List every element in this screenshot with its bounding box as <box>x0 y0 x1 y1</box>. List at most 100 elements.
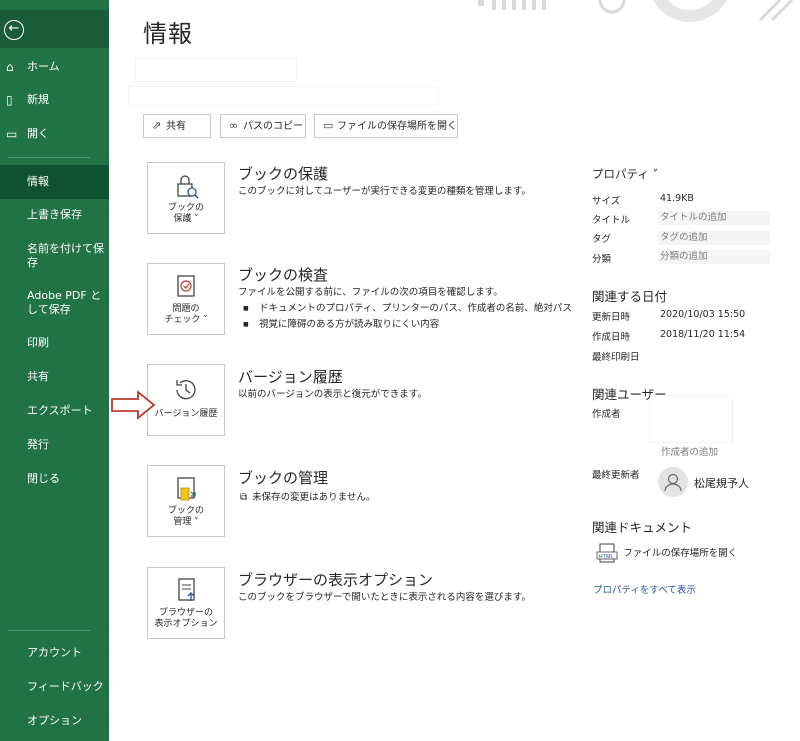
doc-status-icon: ⧉ <box>240 492 248 503</box>
redacted-author <box>650 395 733 443</box>
sidebar-item-home[interactable]: ⌂ ホーム <box>0 60 109 76</box>
section-title: ブックの保護 <box>238 165 329 183</box>
page-title: 情報 <box>143 20 193 48</box>
version-history-button[interactable]: バージョン履歴 <box>147 364 225 436</box>
sidebar-divider <box>8 630 90 631</box>
sidebar-item-label: 開く <box>27 127 49 140</box>
check-issues-button[interactable]: 問題の チェック ˅ <box>147 263 225 335</box>
history-clock-icon <box>176 380 196 400</box>
add-author-link[interactable]: 作成者の追加 <box>661 444 718 458</box>
section-title: ブラウザーの表示オプション <box>238 571 434 589</box>
sidebar-item-open[interactable]: ▭ 開く <box>0 127 109 143</box>
sidebar-item-label: オプション <box>27 714 82 727</box>
card-label: ブックの <box>167 203 204 213</box>
tag-field[interactable]: タグの追加 <box>658 231 770 245</box>
sidebar-item-options[interactable]: オプション <box>0 714 109 730</box>
sidebar-item-label: 上書き保存 <box>27 208 82 221</box>
lock-search-icon <box>177 175 199 199</box>
folder-open-icon: ▭ <box>6 127 18 141</box>
open-location-button[interactable]: ▭ ファイルの保存場所を開く <box>314 114 458 138</box>
card-label: ブックの <box>167 506 204 516</box>
copy-path-button[interactable]: ∞ パスのコピー <box>220 114 306 138</box>
bullet-item: 視覚に障碍のある方が読み取りにくい内容 <box>243 317 439 333</box>
section-description: このブックをブラウザーで開いたときに表示される内容を選びます。 <box>238 592 531 603</box>
sidebar-item-label: 情報 <box>27 175 49 188</box>
sidebar-item-label: ホーム <box>27 60 60 73</box>
sidebar-item-feedback[interactable]: フィードバック <box>0 680 109 696</box>
user-label: 最終更新者 <box>592 470 640 481</box>
sidebar-item-label: 新規 <box>27 93 49 106</box>
html-file-icon: HTML <box>596 543 618 563</box>
sidebar-item-label: Adobe PDF として保存 <box>27 289 102 316</box>
svg-text:HTML: HTML <box>599 554 614 560</box>
share-icon: ⇗ <box>152 119 162 132</box>
folder-open-icon: ▭ <box>323 119 334 132</box>
sidebar-item-account[interactable]: アカウント <box>0 646 109 662</box>
date-label: 最終印刷日 <box>592 352 640 363</box>
sidebar-item-label: 共有 <box>27 370 49 383</box>
sidebar-item-info[interactable]: 情報 <box>0 165 109 199</box>
header-decoration <box>470 0 800 24</box>
arrow-left-circle-icon: ← <box>4 20 24 40</box>
sidebar-item-save[interactable]: 上書き保存 <box>0 208 109 224</box>
section-description: このブックに対してユーザーが実行できる変更の種類を管理します。 <box>238 186 531 197</box>
date-label: 作成日時 <box>592 332 631 343</box>
sidebar-item-share[interactable]: 共有 <box>0 370 109 386</box>
sidebar-item-new[interactable]: ▯ 新規 <box>0 93 109 109</box>
sidebar-item-label: 印刷 <box>27 336 49 349</box>
redacted-filename <box>135 58 297 82</box>
card-label: 管理 ˅ <box>173 517 199 527</box>
person-icon <box>664 473 682 492</box>
properties-header[interactable]: プロパティ ˅ <box>592 166 658 182</box>
section-title: ブックの検査 <box>238 266 329 284</box>
sidebar-item-publish[interactable]: 発行 <box>0 438 109 454</box>
browser-doc-icon <box>178 578 195 601</box>
sidebar-item-label: 名前を付けて保存 <box>27 242 104 269</box>
sidebar-divider <box>8 157 90 158</box>
manage-workbook-button[interactable]: ブックの 管理 ˅ <box>147 465 225 537</box>
last-modified-name: 松尾規予人 <box>694 477 749 490</box>
card-label: バージョン履歴 <box>154 409 218 419</box>
category-field[interactable]: 分類の追加 <box>658 250 770 264</box>
new-doc-icon: ▯ <box>6 93 13 107</box>
sidebar-item-label: フィードバック <box>27 680 104 693</box>
avatar <box>658 467 688 497</box>
sidebar-item-export[interactable]: エクスポート <box>0 404 109 420</box>
sidebar-item-label: アカウント <box>27 646 82 659</box>
back-button[interactable]: ← <box>0 10 109 48</box>
card-label: 表示オプション <box>154 619 218 629</box>
section-title: ブックの管理 <box>238 469 329 487</box>
show-all-properties-link[interactable]: プロパティをすべて表示 <box>593 582 696 596</box>
sidebar-item-print[interactable]: 印刷 <box>0 336 109 352</box>
card-label: 問題の <box>172 304 200 314</box>
browser-view-options-button[interactable]: ブラウザーの 表示オプション <box>147 567 225 639</box>
home-icon: ⌂ <box>6 60 14 74</box>
sidebar-item-save-as-pdf[interactable]: Adobe PDF として保存 <box>0 289 109 319</box>
link-icon: ∞ <box>229 119 239 132</box>
section-description: ファイルを公開する前に、ファイルの次の項目を確認します。 <box>238 287 503 298</box>
manage-doc-icon <box>177 477 196 501</box>
sidebar-item-label: エクスポート <box>27 404 93 417</box>
card-label: 保護 ˅ <box>173 214 199 224</box>
property-label: 分類 <box>592 254 612 265</box>
protect-workbook-button[interactable]: ブックの 保護 ˅ <box>147 162 225 234</box>
open-location-link[interactable]: HTML ファイルの保存場所を開く <box>596 542 737 564</box>
card-label: チェック ˅ <box>164 315 208 325</box>
title-field[interactable]: タイトルの追加 <box>658 211 770 225</box>
property-label: タイトル <box>592 215 631 226</box>
sidebar-item-label: 閉じる <box>27 472 60 485</box>
size-value: 41.9KB <box>660 193 694 204</box>
share-button[interactable]: ⇗ 共有 <box>143 114 211 138</box>
sidebar-item-close[interactable]: 閉じる <box>0 472 109 488</box>
doc-check-icon <box>177 275 195 297</box>
annotation-arrow <box>111 390 156 420</box>
redacted-filepath <box>128 86 438 106</box>
backstage-sidebar: ← ⌂ ホーム ▯ 新規 ▭ 開く 情報 上書き保存 名前を付けて保存 Adob… <box>0 0 109 741</box>
sidebar-item-save-as[interactable]: 名前を付けて保存 <box>0 242 109 272</box>
property-label: サイズ <box>592 196 621 207</box>
related-dates-header: 関連する日付 <box>592 289 668 304</box>
card-label: ブラウザーの <box>158 608 213 618</box>
sidebar-item-label: 発行 <box>27 438 49 451</box>
section-description: ⧉ 未保存の変更はありません。 <box>240 492 376 503</box>
updated-date: 2020/10/03 15:50 <box>660 309 746 320</box>
